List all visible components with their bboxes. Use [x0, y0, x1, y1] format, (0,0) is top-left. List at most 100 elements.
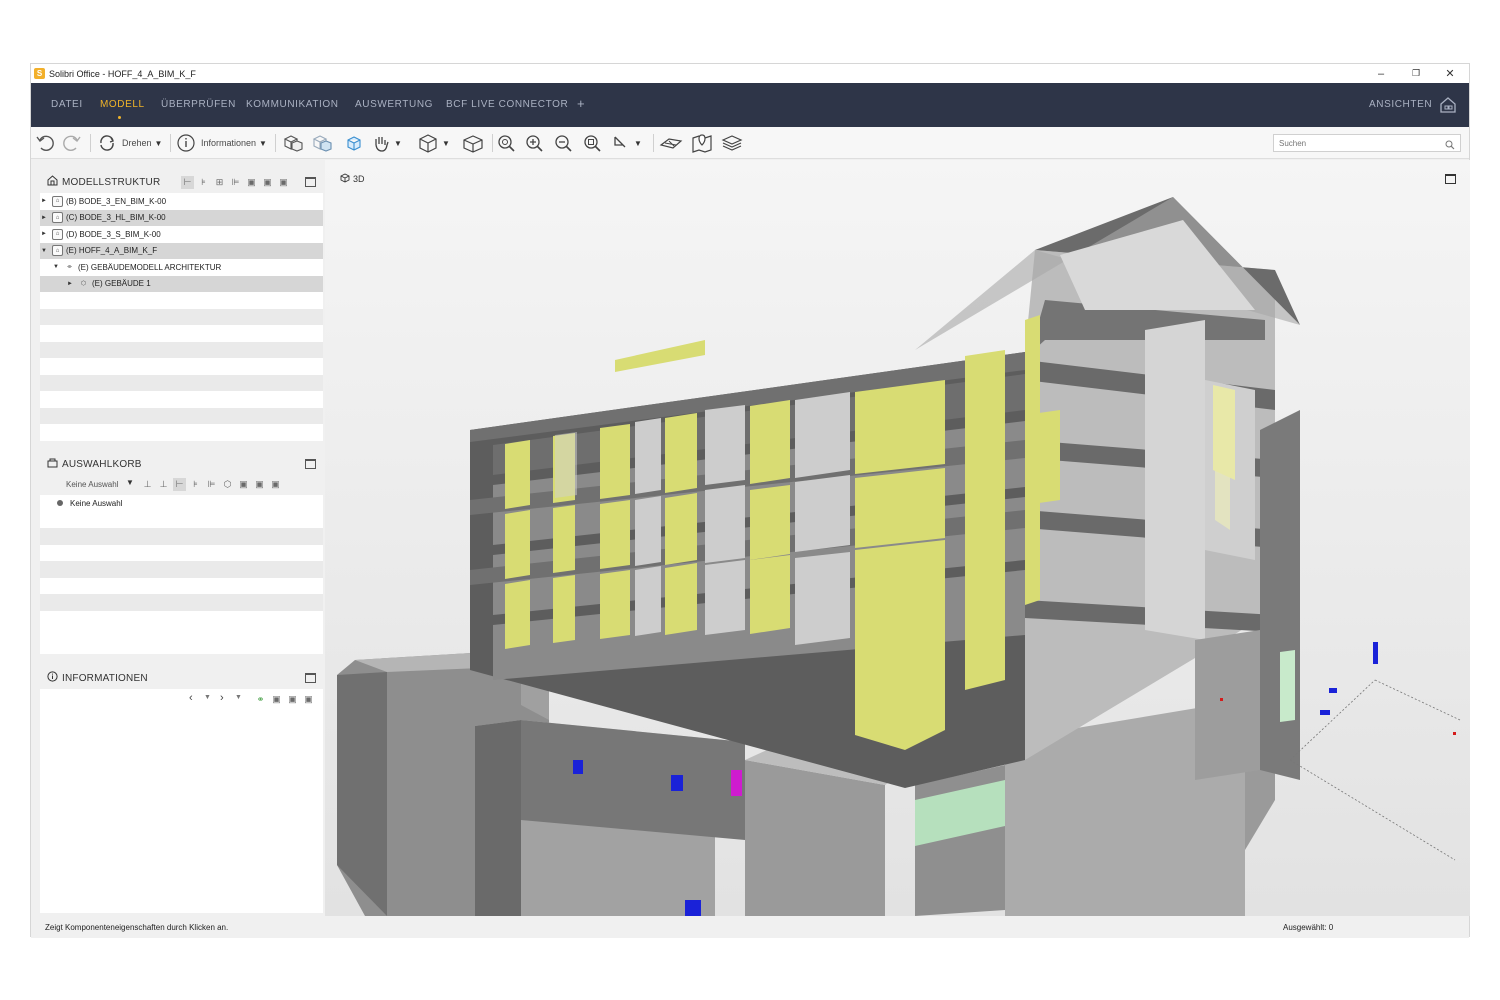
clipboard-add-icon[interactable]: ▣ — [261, 176, 274, 189]
add-tab-button[interactable]: + — [577, 96, 585, 111]
tree-icon[interactable]: ⊧ — [189, 478, 202, 491]
menu-bcf-live-connector[interactable]: BCF LIVE CONNECTOR — [446, 99, 568, 110]
building-model-icon: ⌂ — [52, 212, 63, 224]
clipboard-add-icon[interactable]: ▣ — [253, 478, 266, 491]
map-pin-icon[interactable] — [691, 133, 713, 153]
toolbar-separator — [492, 134, 493, 152]
status-text: Zeigt Komponenteneigenschaften durch Kli… — [45, 923, 229, 932]
menu-datei[interactable]: DATEI — [51, 99, 83, 110]
model-structure-panel: MODELLSTRUKTUR ⊢ ⊧ ⊞ ⊫ ▣ ▣ ▣ ► ⌂ (B) BOD… — [40, 171, 323, 441]
hide-hand-dropdown[interactable]: ▼ — [371, 133, 402, 153]
link-model-icon[interactable]: ⚭ — [254, 693, 267, 706]
chevron-down-icon: ▼ — [394, 138, 402, 148]
search-input[interactable] — [1273, 134, 1461, 152]
expand-icon[interactable]: ► — [40, 231, 48, 237]
building-model-render — [337, 197, 1461, 916]
information-toolbar: ‹ ▼ › ▼ ⚭ ▣ ▣ ▣ — [40, 689, 323, 711]
chevron-down-icon[interactable]: ▼ — [126, 478, 134, 487]
rotate-dropdown[interactable]: Drehen ▼ — [97, 133, 162, 153]
chevron-down-icon[interactable]: ▼ — [235, 694, 242, 701]
empty-row — [40, 292, 323, 309]
expand-icon[interactable]: ► — [66, 281, 74, 287]
clipboard-icon[interactable]: ▣ — [270, 693, 283, 706]
maximize-panel-icon[interactable] — [305, 673, 316, 683]
hand-icon — [375, 137, 389, 152]
empty-row — [40, 325, 323, 342]
measure-dropdown[interactable]: ▼ — [611, 133, 642, 153]
main-menu-bar: DATEI MODELL ÜBERPRÜFEN KOMMUNIKATION AU… — [31, 83, 1469, 127]
selection-cube-icon[interactable] — [345, 133, 363, 153]
menu-kommunikation[interactable]: KOMMUNIKATION — [246, 99, 339, 110]
transparency-icon[interactable] — [311, 133, 333, 153]
minimize-button[interactable]: – — [1364, 64, 1398, 83]
group-icon[interactable]: ⊫ — [205, 478, 218, 491]
model-structure-title: MODELLSTRUKTUR — [62, 176, 161, 188]
close-button[interactable]: ✕ — [1433, 64, 1467, 83]
views-house-icon[interactable] — [1439, 96, 1457, 119]
information-dropdown[interactable]: Informationen ▼ — [176, 133, 267, 153]
tree-item[interactable]: ► ⌂ (D) BODE_3_S_BIM_K-00 — [40, 226, 323, 243]
menu-ueberpruefen[interactable]: ÜBERPRÜFEN — [161, 99, 236, 110]
undo-icon[interactable] — [35, 133, 55, 153]
forward-icon[interactable]: › — [220, 692, 224, 704]
selected-count: Ausgewählt: 0 — [1283, 923, 1334, 932]
info-icon — [47, 671, 58, 685]
cube-icon: ⬡ — [80, 281, 87, 288]
information-title: INFORMATIONEN — [62, 672, 148, 684]
search-icon[interactable] — [1445, 137, 1455, 155]
floor-plan-icon[interactable] — [659, 133, 683, 153]
tree-item[interactable]: ▼ ⌂ (E) HOFF_4_A_BIM_K_F — [40, 242, 323, 259]
restore-button[interactable]: ❐ — [1399, 64, 1433, 83]
3d-viewport[interactable]: 3D — [325, 160, 1470, 916]
menu-auswertung[interactable]: AUSWERTUNG — [355, 99, 433, 110]
hierarchy-icon[interactable]: ⊢ — [173, 478, 186, 491]
layers-icon[interactable] — [721, 133, 743, 153]
back-icon[interactable]: ‹ — [189, 692, 193, 704]
chevron-down-icon: ▼ — [154, 138, 163, 148]
tree-icon[interactable]: ⊧ — [197, 176, 210, 189]
chevron-down-icon[interactable]: ▼ — [204, 694, 211, 701]
redo-icon[interactable] — [62, 133, 82, 153]
clipboard-remove-icon[interactable]: ▣ — [269, 478, 282, 491]
selection-dropdown[interactable]: Keine Auswahl — [66, 480, 118, 489]
add-to-basket-icon[interactable]: ⊥ — [141, 478, 154, 491]
tree-item[interactable]: ▼ ⌯ (E) GEBÄUDEMODELL ARCHITEKTUR — [40, 259, 323, 276]
zoom-out-icon[interactable] — [553, 133, 573, 153]
collapse-icon[interactable]: ▼ — [40, 248, 48, 254]
tree-item[interactable]: ► ⌂ (B) BODE_3_EN_BIM_K-00 — [40, 193, 323, 210]
model-tree: ► ⌂ (B) BODE_3_EN_BIM_K-00 ► ⌂ (C) BODE_… — [40, 193, 323, 441]
menu-ansichten[interactable]: ANSICHTEN — [1369, 99, 1432, 110]
clipboard-add-icon[interactable]: ▣ — [286, 693, 299, 706]
active-menu-indicator — [118, 116, 121, 119]
clipboard-icon[interactable]: ▣ — [245, 176, 258, 189]
remove-from-basket-icon[interactable]: ⊥ — [157, 478, 170, 491]
clipboard-remove-icon[interactable]: ▣ — [302, 693, 315, 706]
expand-icon[interactable]: ► — [40, 198, 48, 204]
list-item[interactable]: Keine Auswahl — [40, 495, 323, 512]
menu-modell[interactable]: MODELL — [100, 99, 145, 110]
classification-icon[interactable]: ⊞ — [213, 176, 226, 189]
chevron-down-icon: ▼ — [259, 138, 267, 148]
zoom-selection-icon[interactable] — [582, 133, 602, 153]
expand-icon[interactable]: ► — [40, 215, 48, 221]
site-icon: ⌯ — [67, 263, 72, 270]
cube-icon[interactable]: ⬡ — [221, 478, 234, 491]
maximize-panel-icon[interactable] — [305, 177, 316, 187]
maximize-panel-icon[interactable] — [305, 459, 316, 469]
hierarchy-icon[interactable]: ⊢ — [181, 176, 194, 189]
clipboard-icon[interactable]: ▣ — [237, 478, 250, 491]
collapse-icon[interactable]: ▼ — [52, 264, 60, 270]
show-components-icon[interactable] — [282, 133, 304, 153]
zoom-fit-icon[interactable] — [496, 133, 516, 153]
empty-row — [40, 561, 323, 578]
zoom-in-icon[interactable] — [524, 133, 544, 153]
tree-item-label: (E) HOFF_4_A_BIM_K_F — [66, 246, 158, 256]
clipboard-remove-icon[interactable]: ▣ — [277, 176, 290, 189]
group-icon[interactable]: ⊫ — [229, 176, 242, 189]
tree-item-label: (E) GEBÄUDEMODELL ARCHITEKTUR — [78, 262, 222, 272]
status-bar: Zeigt Komponenteneigenschaften durch Kli… — [31, 916, 1469, 938]
tree-item[interactable]: ► ⌂ (C) BODE_3_HL_BIM_K-00 — [40, 209, 323, 226]
tree-item[interactable]: ► ⬡ (E) GEBÄUDE 1 — [40, 275, 323, 292]
section-box-icon[interactable] — [461, 133, 485, 153]
view-cube-dropdown[interactable]: ▼ — [417, 133, 450, 153]
